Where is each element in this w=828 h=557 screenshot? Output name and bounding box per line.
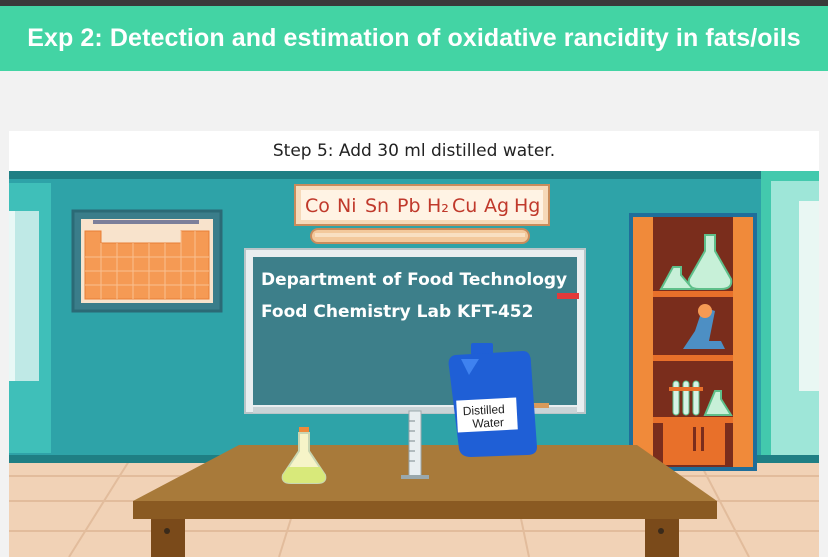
lab-scene: Co Ni Sn Pb H₂ Cu Ag Hg Department of Fo…: [9, 171, 819, 557]
symbol-pb: Pb: [397, 195, 421, 217]
right-door: [761, 171, 819, 471]
blackboard: Department of Food Technology Food Chemi…: [244, 248, 586, 414]
bottle-label-line-2: Water: [472, 415, 504, 431]
wall-top-trim: [9, 171, 819, 179]
experiment-title: Exp 2: Detection and estimation of oxida…: [27, 24, 801, 52]
symbol-ag: Ag: [484, 195, 509, 217]
lab-cabinet: [629, 213, 757, 471]
symbol-h2: H₂: [427, 195, 449, 217]
symbol-ni: Ni: [337, 195, 357, 217]
symbol-cu: Cu: [452, 195, 477, 217]
distilled-water-bottle[interactable]: Distilled Water: [448, 343, 537, 457]
experiment-header: Exp 2: Detection and estimation of oxida…: [0, 6, 828, 71]
rolled-scroll: [310, 228, 530, 244]
left-window: [9, 183, 51, 453]
board-line-2: Food Chemistry Lab KFT-452: [261, 302, 533, 322]
step-instruction: Step 5: Add 30 ml distilled water.: [272, 141, 556, 161]
symbol-hg: Hg: [514, 195, 540, 217]
symbol-co: Co: [305, 195, 330, 217]
element-symbols-banner: Co Ni Sn Pb H₂ Cu Ag Hg: [294, 184, 550, 226]
lab-stage: Step 5: Add 30 ml distilled water. Co Ni…: [9, 131, 819, 557]
board-line-1: Department of Food Technology: [261, 270, 567, 290]
symbol-sn: Sn: [365, 195, 389, 217]
periodic-table-poster: [71, 209, 223, 313]
